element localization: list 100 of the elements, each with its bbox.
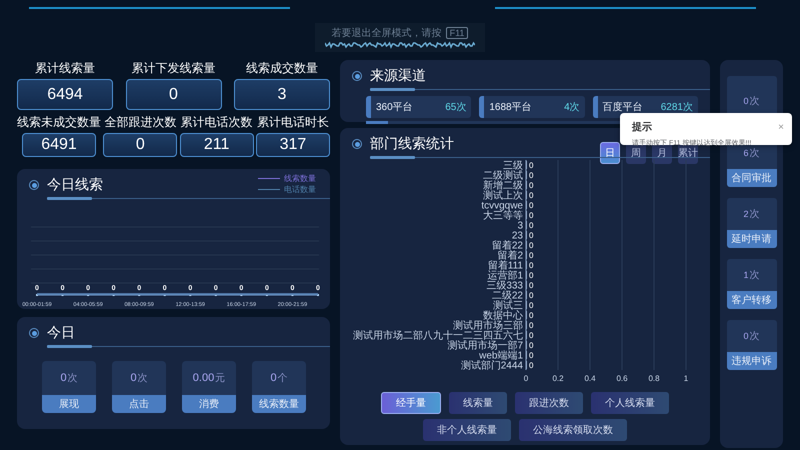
unit-label: 次 <box>750 208 760 221</box>
axis-label: 大三等等 <box>483 210 523 222</box>
stat-value: 0 <box>103 133 178 157</box>
axis-label: 二级测试 <box>483 170 523 182</box>
card-value: 0 <box>60 372 67 384</box>
card-value: 1 <box>743 270 748 280</box>
data-label: 0 <box>529 311 534 320</box>
data-label: 0 <box>529 361 534 370</box>
radio-icon <box>352 139 362 149</box>
card-label: 客户转移 <box>726 291 776 309</box>
card-label: 点击 <box>112 395 166 413</box>
axis-label: 测试三 <box>493 300 523 312</box>
data-label: 0 <box>529 241 534 250</box>
stat-label: 线索未成交数量 <box>17 114 101 131</box>
data-label: 0 <box>529 251 534 260</box>
axis-label: 0.6 <box>616 374 628 383</box>
data-label: 0 <box>529 301 534 310</box>
data-label: 0 <box>529 211 534 220</box>
axis-label: 数据中心 <box>483 310 523 322</box>
source-count: 6281次 <box>660 101 693 114</box>
metric-tab[interactable]: 公海线索领取次数 <box>519 419 627 441</box>
axis-label: 测试部门2444 <box>460 360 523 372</box>
unit-label: 次 <box>750 269 760 282</box>
stat-label: 累计线索量 <box>35 60 95 77</box>
data-label: 0 <box>529 191 534 200</box>
axis-label: 测试上次 <box>483 190 523 202</box>
axis-label: 测试用市场三部 <box>453 320 523 332</box>
legend-label: 电话数量 <box>284 184 316 195</box>
card-label: 线索数量 <box>252 395 306 413</box>
data-label: 0 <box>529 281 534 290</box>
banner-text: 若要退出全屏模式，请按 <box>332 26 442 40</box>
card-label: 展现 <box>42 395 96 413</box>
source-count: 4次 <box>564 101 580 114</box>
metric-tab[interactable]: 个人线索量 <box>591 392 669 414</box>
axis-label: 二级22 <box>492 290 523 302</box>
card-value: 0 <box>270 372 277 384</box>
source-name: 360平台 <box>376 100 413 114</box>
stat-value: 317 <box>256 133 330 157</box>
metric-tab[interactable]: 经手量 <box>381 392 441 414</box>
stat-value: 0 <box>126 79 222 110</box>
stat-value: 3 <box>234 79 330 110</box>
card-value: 0 <box>743 331 748 341</box>
stat-label: 累计下发线索量 <box>132 60 216 77</box>
axis-label: 0.2 <box>552 374 564 383</box>
data-label: 0 <box>529 171 534 180</box>
metric-tab[interactable]: 非个人线索量 <box>423 419 511 441</box>
stat-label: 累计电话时长 <box>256 114 329 131</box>
data-label: 0 <box>529 321 534 330</box>
unit-label: 次 <box>68 372 78 385</box>
stat-label: 累计电话次数 <box>180 114 253 131</box>
source-name: 1688平台 <box>489 100 532 114</box>
metric-tab[interactable]: 跟进次数 <box>515 392 583 414</box>
data-label: 0 <box>529 161 534 170</box>
data-label: 0 <box>529 351 534 360</box>
radio-icon <box>352 71 362 81</box>
axis-label: 三级333 <box>486 280 523 292</box>
card-label: 合同审批 <box>726 169 776 187</box>
stat-label: 全部跟进次数 <box>104 114 176 131</box>
legend-label: 线索数量 <box>284 173 316 184</box>
axis-label: 0 <box>524 374 528 383</box>
unit-label: 个 <box>278 372 288 385</box>
axis-label: 留着2 <box>497 250 523 262</box>
period-tab[interactable]: 日 <box>600 142 620 164</box>
card-label: 消费 <box>182 395 236 413</box>
toast-title: 提示 <box>632 120 652 134</box>
data-label: 0 <box>529 201 534 210</box>
data-label: 0 <box>529 181 534 190</box>
key-label: F11 <box>446 27 468 39</box>
unit-label: 次 <box>750 95 760 108</box>
axis-label: 0.4 <box>584 374 596 383</box>
axis-label: 运营部1 <box>487 270 523 282</box>
unit-label: 次 <box>138 372 148 385</box>
axis-label: 0.8 <box>648 374 660 383</box>
data-label: 0 <box>529 271 534 280</box>
data-label: 0 <box>529 231 534 240</box>
source-count: 65次 <box>445 101 466 114</box>
stat-label: 线索成交数量 <box>246 60 318 77</box>
axis-label: 测试用市场二部八九十一二三四五六七 <box>353 330 523 342</box>
axis-label: 1 <box>684 374 688 383</box>
source-name: 百度平台 <box>602 100 643 114</box>
axis-label: 测试用市场一部7 <box>447 340 523 352</box>
radio-icon <box>29 180 39 190</box>
axis-label: tcvvgqwe <box>481 200 523 212</box>
unit-label: 次 <box>750 330 760 343</box>
panel-title: 今日 <box>47 324 75 342</box>
axis-label: 留着111 <box>488 260 523 272</box>
card-value: 2 <box>743 209 748 219</box>
axis-label: 留着22 <box>492 240 523 252</box>
stat-value: 6494 <box>17 79 113 110</box>
card-value: 6 <box>743 148 748 158</box>
card-label: 违规申诉 <box>726 352 776 370</box>
metric-tab[interactable]: 线索量 <box>449 392 507 414</box>
stat-value: 6491 <box>22 133 96 157</box>
panel-title: 部门线索统计 <box>370 135 454 153</box>
card-value: 0 <box>743 96 748 106</box>
axis-label: 23 <box>512 230 523 242</box>
axis-label: 三级 <box>503 160 523 172</box>
card-label: 延时申请 <box>726 230 776 248</box>
panel-title: 来源渠道 <box>370 67 426 85</box>
axis-label: 3 <box>517 220 523 232</box>
